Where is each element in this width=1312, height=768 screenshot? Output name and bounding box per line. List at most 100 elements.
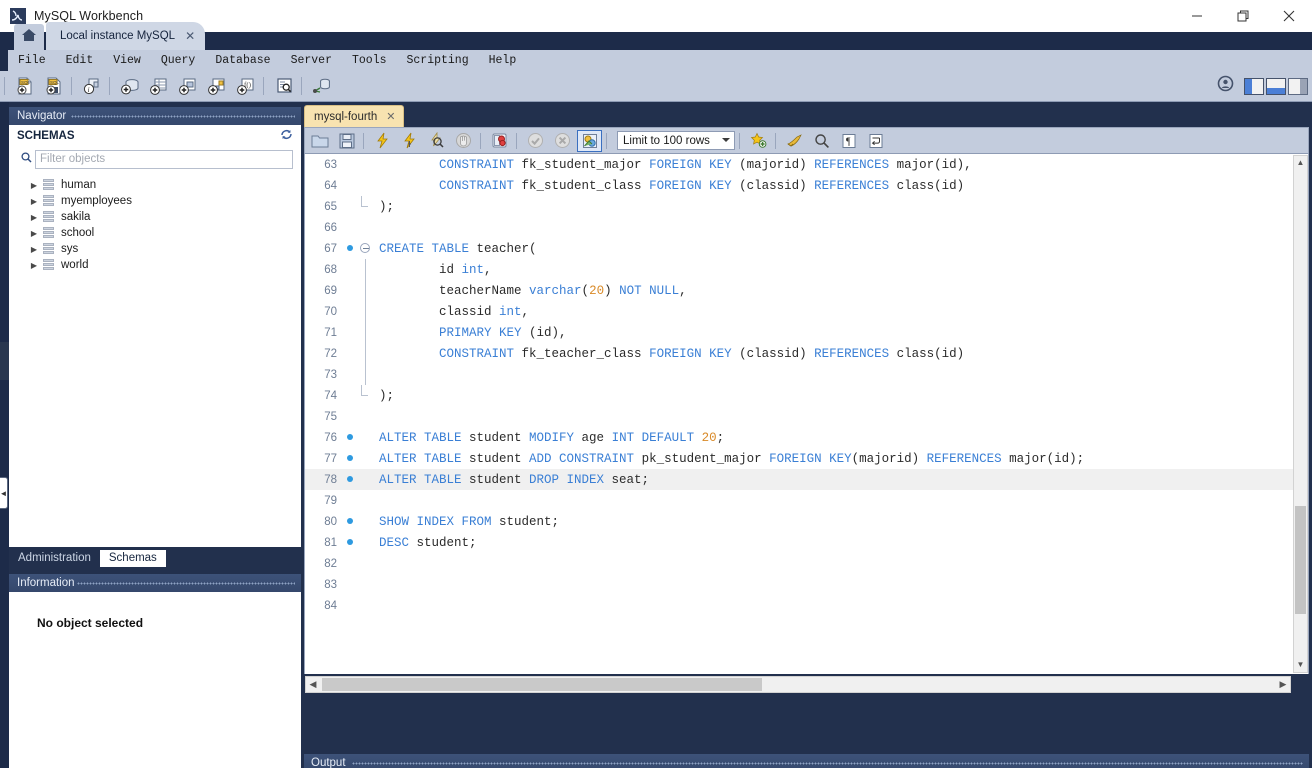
code-line[interactable]: 69 teacherName varchar(20) NOT NULL, xyxy=(305,280,1308,301)
tab-local-instance-mysql[interactable]: Local instance MySQL ✕ xyxy=(46,22,206,50)
scroll-down-arrow-icon[interactable]: ▼ xyxy=(1294,658,1307,672)
menu-item-view[interactable]: View xyxy=(103,50,151,71)
window-controls xyxy=(1174,0,1312,32)
chevron-right-icon[interactable]: ▶ xyxy=(27,245,41,254)
code-line[interactable]: 80 SHOW INDEX FROM student; xyxy=(305,511,1308,532)
menu-item-database[interactable]: Database xyxy=(205,50,280,71)
schema-item-human[interactable]: ▶ human xyxy=(9,177,301,193)
execute-current-statement-icon[interactable] xyxy=(397,130,422,152)
schema-label: human xyxy=(61,179,97,191)
code-line[interactable]: 75 xyxy=(305,406,1308,427)
minimize-button[interactable] xyxy=(1174,0,1220,32)
menu-item-help[interactable]: Help xyxy=(479,50,527,71)
execute-statement-icon[interactable] xyxy=(370,130,395,152)
scroll-left-arrow-icon[interactable]: ◀ xyxy=(306,677,320,692)
toggle-secondary-sidebar-icon[interactable] xyxy=(1288,77,1308,95)
scroll-up-arrow-icon[interactable]: ▲ xyxy=(1294,156,1307,170)
refresh-icon[interactable] xyxy=(280,128,293,144)
chevron-right-icon[interactable]: ▶ xyxy=(27,261,41,270)
schema-item-school[interactable]: ▶ school xyxy=(9,225,301,241)
code-line[interactable]: 63 CONSTRAINT fk_student_major FOREIGN K… xyxy=(305,154,1308,175)
code-line[interactable]: 74); xyxy=(305,385,1308,406)
save-script-icon[interactable] xyxy=(334,130,359,152)
reconnect-server-icon[interactable] xyxy=(309,74,335,98)
chevron-right-icon[interactable]: ▶ xyxy=(27,181,41,190)
menu-item-scripting[interactable]: Scripting xyxy=(397,50,479,71)
code-line[interactable]: 65); xyxy=(305,196,1308,217)
menu-item-server[interactable]: Server xyxy=(281,50,342,71)
sidebar-grip[interactable] xyxy=(0,342,9,380)
wrap-lines-icon[interactable] xyxy=(863,130,888,152)
stop-execution-icon[interactable] xyxy=(451,130,476,152)
commit-transaction-icon[interactable] xyxy=(523,130,548,152)
create-view-icon[interactable] xyxy=(175,74,201,98)
sidebar-collapse-handle[interactable]: ◄ xyxy=(0,477,8,509)
autocommit-transactions-icon[interactable] xyxy=(577,129,602,152)
horizontal-scroll-thumb[interactable] xyxy=(322,678,762,691)
find-icon[interactable] xyxy=(809,130,834,152)
toggle-invisible-chars-icon[interactable]: ¶ xyxy=(836,130,861,152)
chevron-right-icon[interactable]: ▶ xyxy=(27,229,41,238)
create-table-icon[interactable] xyxy=(146,74,172,98)
sql-code-editor[interactable]: 63 CONSTRAINT fk_student_major FOREIGN K… xyxy=(304,154,1309,674)
code-line[interactable]: 79 xyxy=(305,490,1308,511)
admin-badge-icon[interactable] xyxy=(1217,75,1234,97)
code-line[interactable]: 82 xyxy=(305,553,1308,574)
left-edge-strip: ◄ xyxy=(0,102,9,768)
toggle-sidebar-icon[interactable] xyxy=(1244,77,1264,95)
open-sql-script-icon[interactable]: SQL xyxy=(41,74,67,98)
toggle-output-icon[interactable] xyxy=(1266,77,1286,95)
code-line[interactable]: 81 DESC student; xyxy=(305,532,1308,553)
code-line[interactable]: 70 classid int, xyxy=(305,301,1308,322)
code-line[interactable]: 76 ALTER TABLE student MODIFY age INT DEF… xyxy=(305,427,1308,448)
navigator-tab-schemas[interactable]: Schemas xyxy=(99,550,166,567)
code-line[interactable]: 66 xyxy=(305,217,1308,238)
filter-objects-input[interactable] xyxy=(35,149,293,169)
menu-item-edit[interactable]: Edit xyxy=(56,50,104,71)
code-line[interactable]: 64 CONSTRAINT fk_student_class FOREIGN K… xyxy=(305,175,1308,196)
fold-toggle-icon[interactable] xyxy=(357,242,373,256)
beautify-query-icon[interactable] xyxy=(782,130,807,152)
schema-item-sys[interactable]: ▶ sys xyxy=(9,241,301,257)
code-line[interactable]: 77 ALTER TABLE student ADD CONSTRAINT pk_… xyxy=(305,448,1308,469)
scroll-right-arrow-icon[interactable]: ▶ xyxy=(1276,677,1290,692)
rollback-transaction-icon[interactable] xyxy=(550,130,575,152)
vertical-scroll-thumb[interactable] xyxy=(1295,506,1306,614)
editor-horizontal-scrollbar[interactable]: ◀ ▶ xyxy=(305,676,1291,693)
connection-info-icon[interactable]: i xyxy=(79,74,105,98)
new-sql-tab-icon[interactable]: SQL xyxy=(12,74,38,98)
menu-item-tools[interactable]: Tools xyxy=(342,50,397,71)
editor-vertical-scrollbar[interactable]: ▲ ▼ xyxy=(1293,155,1308,673)
close-icon[interactable]: ✕ xyxy=(386,110,395,123)
code-line[interactable]: 84 xyxy=(305,595,1308,616)
code-line[interactable]: 72 CONSTRAINT fk_teacher_class FOREIGN K… xyxy=(305,343,1308,364)
code-line[interactable]: 71 PRIMARY KEY (id), xyxy=(305,322,1308,343)
close-button[interactable] xyxy=(1266,0,1312,32)
close-icon[interactable]: ✕ xyxy=(185,29,195,43)
row-limit-select[interactable]: Limit to 100 rows xyxy=(617,131,735,150)
schema-item-world[interactable]: ▶ world xyxy=(9,257,301,273)
toggle-stop-on-error-icon[interactable] xyxy=(487,130,512,152)
search-data-icon[interactable] xyxy=(271,74,297,98)
chevron-right-icon[interactable]: ▶ xyxy=(27,197,41,206)
open-script-icon[interactable] xyxy=(307,130,332,152)
code-line[interactable]: 78 ALTER TABLE student DROP INDEX seat; xyxy=(305,469,1308,490)
menu-item-file[interactable]: File xyxy=(8,50,56,71)
code-line[interactable]: 67 CREATE TABLE teacher( xyxy=(305,238,1308,259)
schema-item-sakila[interactable]: ▶ sakila xyxy=(9,209,301,225)
create-procedure-icon[interactable] xyxy=(204,74,230,98)
code-line[interactable]: 83 xyxy=(305,574,1308,595)
schema-item-myemployees[interactable]: ▶ myemployees xyxy=(9,193,301,209)
menu-item-query[interactable]: Query xyxy=(151,50,206,71)
chevron-right-icon[interactable]: ▶ xyxy=(27,213,41,222)
home-tab[interactable] xyxy=(14,24,44,50)
explain-statement-icon[interactable] xyxy=(424,130,449,152)
create-schema-icon[interactable] xyxy=(117,74,143,98)
save-snippet-icon[interactable] xyxy=(746,130,771,152)
code-line[interactable]: 68 id int, xyxy=(305,259,1308,280)
maximize-restore-button[interactable] xyxy=(1220,0,1266,32)
create-function-icon[interactable]: f() xyxy=(233,74,259,98)
tab-mysql-fourth[interactable]: mysql-fourth ✕ xyxy=(304,105,404,127)
navigator-tab-administration[interactable]: Administration xyxy=(9,550,100,567)
code-line[interactable]: 73 xyxy=(305,364,1308,385)
